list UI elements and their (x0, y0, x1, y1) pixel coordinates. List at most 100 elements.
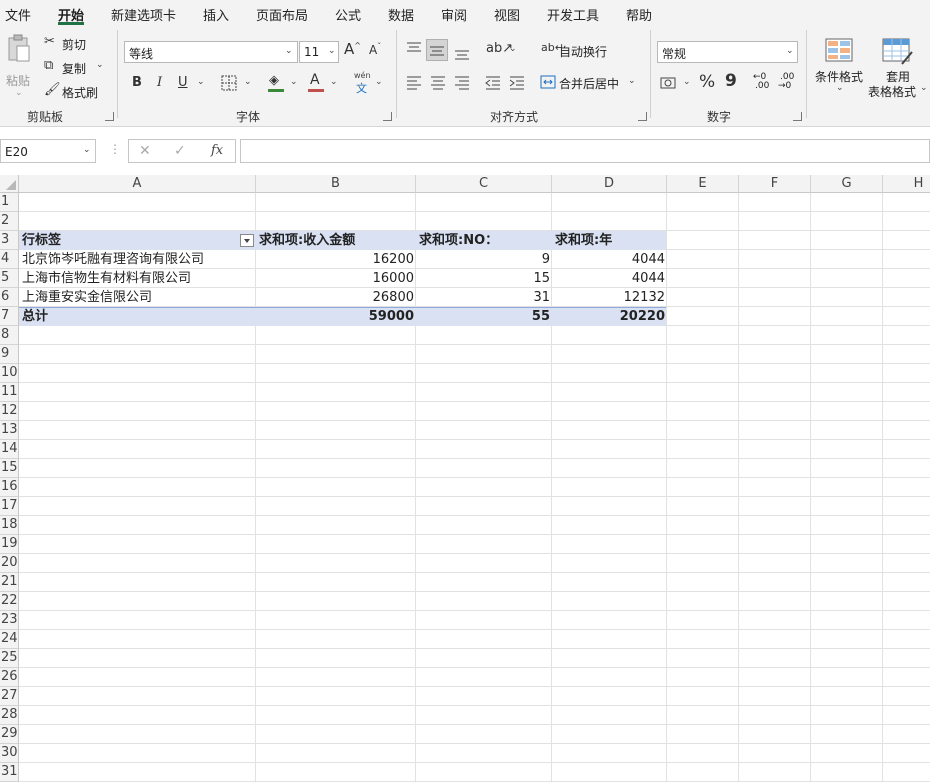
tab-new-tab[interactable]: 新建选项卡 (111, 5, 176, 24)
chevron-down-icon[interactable]: ⌄ (197, 77, 205, 87)
row-labels-filter-button[interactable] (240, 234, 254, 247)
pivot-total-no[interactable]: 55 (416, 307, 552, 326)
format-as-table-button[interactable]: 套用 表格格式 ⌄ (868, 36, 930, 100)
pivot-row-label[interactable]: 上海市信物生有材料有限公司 (19, 269, 256, 288)
pivot-cell-income[interactable]: 26800 (256, 288, 416, 307)
pivot-header-year[interactable]: 求和项:年 (552, 231, 667, 250)
row-header[interactable]: 17 (0, 497, 19, 516)
row-header[interactable]: 22 (0, 592, 19, 611)
decrease-decimal-button[interactable]: .00 →0 (778, 72, 798, 92)
name-box[interactable]: E20 ⌄ (0, 139, 96, 163)
row-header[interactable]: 20 (0, 554, 19, 573)
align-right-icon[interactable] (453, 74, 471, 90)
column-header-d[interactable]: D (552, 175, 667, 193)
chevron-down-icon[interactable]: ⌄ (330, 77, 338, 87)
row-header[interactable]: 26 (0, 668, 19, 687)
pivot-cell-year[interactable]: 4044 (552, 269, 667, 288)
font-name-select[interactable]: 等线 ⌄ (124, 41, 298, 63)
pivot-cell-no[interactable]: 9 (416, 250, 552, 269)
align-middle-button[interactable] (426, 39, 448, 61)
font-launcher-icon[interactable] (383, 112, 392, 121)
row-header[interactable]: 7 (0, 307, 19, 326)
increase-font-size-button[interactable]: A^ (344, 40, 361, 58)
row-header[interactable]: 2 (0, 212, 19, 231)
phonetic-button[interactable]: wén 文 (352, 71, 376, 95)
decrease-indent-icon[interactable] (484, 74, 502, 90)
column-header-f[interactable]: F (739, 175, 811, 193)
comma-style-button[interactable]: 9 (725, 71, 737, 91)
tab-data[interactable]: 数据 (388, 5, 414, 24)
paste-button[interactable]: 粘贴 ⌄ (4, 32, 34, 98)
alignment-launcher-icon[interactable] (638, 112, 647, 121)
row-header[interactable]: 25 (0, 649, 19, 668)
row-header[interactable]: 11 (0, 383, 19, 402)
pivot-header-row-labels[interactable]: 行标签 (19, 231, 239, 250)
pivot-cell-year[interactable]: 4044 (552, 250, 667, 269)
row-header[interactable]: 13 (0, 421, 19, 440)
align-top-icon[interactable] (405, 41, 423, 57)
number-format-select[interactable]: 常规 ⌄ (657, 41, 798, 63)
underline-button[interactable]: U (178, 75, 188, 90)
tab-file[interactable]: 文件 (5, 5, 31, 24)
align-center-icon[interactable] (429, 74, 447, 90)
increase-decimal-button[interactable]: ←0 .00 (753, 72, 773, 92)
clipboard-launcher-icon[interactable] (105, 112, 114, 121)
row-header[interactable]: 4 (0, 250, 19, 269)
row-header[interactable]: 16 (0, 478, 19, 497)
row-header[interactable]: 15 (0, 459, 19, 478)
tab-view[interactable]: 视图 (494, 5, 520, 24)
row-header[interactable]: 21 (0, 573, 19, 592)
chevron-down-icon[interactable]: ⌄ (683, 77, 691, 87)
cut-button[interactable]: ✂ 剪切 (44, 34, 94, 52)
column-header-c[interactable]: C (416, 175, 552, 193)
tab-developer[interactable]: 开发工具 (547, 5, 599, 24)
column-header-b[interactable]: B (256, 175, 416, 193)
formula-input[interactable] (240, 139, 930, 163)
copy-button[interactable]: ⧉ 复制 ⌄ (44, 58, 110, 76)
column-header-e[interactable]: E (667, 175, 739, 193)
pivot-total-year[interactable]: 20220 (552, 307, 667, 326)
pivot-row-label[interactable]: 北京饰岑吒融有理咨询有限公司 (19, 250, 256, 269)
row-header[interactable]: 18 (0, 516, 19, 535)
pivot-row-label[interactable]: 上海重安实金信限公司 (19, 288, 256, 307)
tab-insert[interactable]: 插入 (203, 5, 229, 24)
align-bottom-icon[interactable] (453, 43, 471, 61)
tab-help[interactable]: 帮助 (626, 5, 652, 24)
pivot-cell-no[interactable]: 31 (416, 288, 552, 307)
row-header[interactable]: 1 (0, 193, 19, 212)
chevron-down-icon[interactable]: ⌄ (244, 77, 252, 87)
accounting-format-icon[interactable] (660, 75, 680, 91)
row-header[interactable]: 19 (0, 535, 19, 554)
pivot-total-income[interactable]: 59000 (256, 307, 416, 326)
italic-button[interactable]: I (157, 75, 162, 90)
chevron-down-icon[interactable]: ⌄ (290, 77, 298, 87)
insert-function-icon[interactable]: fx (211, 143, 223, 158)
chevron-down-icon[interactable]: ⌄ (509, 44, 517, 54)
row-header[interactable]: 28 (0, 706, 19, 725)
number-launcher-icon[interactable] (793, 112, 802, 121)
increase-indent-icon[interactable] (508, 74, 526, 90)
row-header[interactable]: 31 (0, 763, 19, 782)
tab-formulas[interactable]: 公式 (335, 5, 361, 24)
row-header[interactable]: 10 (0, 364, 19, 383)
conditional-formatting-button[interactable]: 条件格式 ⌄ (814, 36, 866, 100)
fill-color-button[interactable]: ◈ (267, 72, 289, 94)
pivot-total-label[interactable]: 总计 (19, 307, 256, 326)
select-all-button[interactable] (0, 175, 19, 193)
pivot-cell-income[interactable]: 16000 (256, 269, 416, 288)
row-header[interactable]: 23 (0, 611, 19, 630)
row-header[interactable]: 29 (0, 725, 19, 744)
row-header[interactable]: 30 (0, 744, 19, 763)
row-header[interactable]: 5 (0, 269, 19, 288)
spreadsheet-grid[interactable]: A B C D E F G H 1 2 3 4 5 6 7 8 9 10 11 12 13 14 15 16 1… (0, 175, 930, 782)
format-painter-button[interactable]: 🖌 格式刷 (44, 82, 104, 100)
row-header[interactable]: 14 (0, 440, 19, 459)
borders-icon[interactable] (221, 75, 237, 91)
row-header[interactable]: 9 (0, 345, 19, 364)
column-header-a[interactable]: A (19, 175, 256, 193)
row-header[interactable]: 27 (0, 687, 19, 706)
font-color-button[interactable]: A (307, 72, 329, 94)
row-header[interactable]: 12 (0, 402, 19, 421)
tab-page-layout[interactable]: 页面布局 (256, 5, 308, 24)
chevron-down-icon[interactable]: ⌄ (375, 77, 383, 87)
